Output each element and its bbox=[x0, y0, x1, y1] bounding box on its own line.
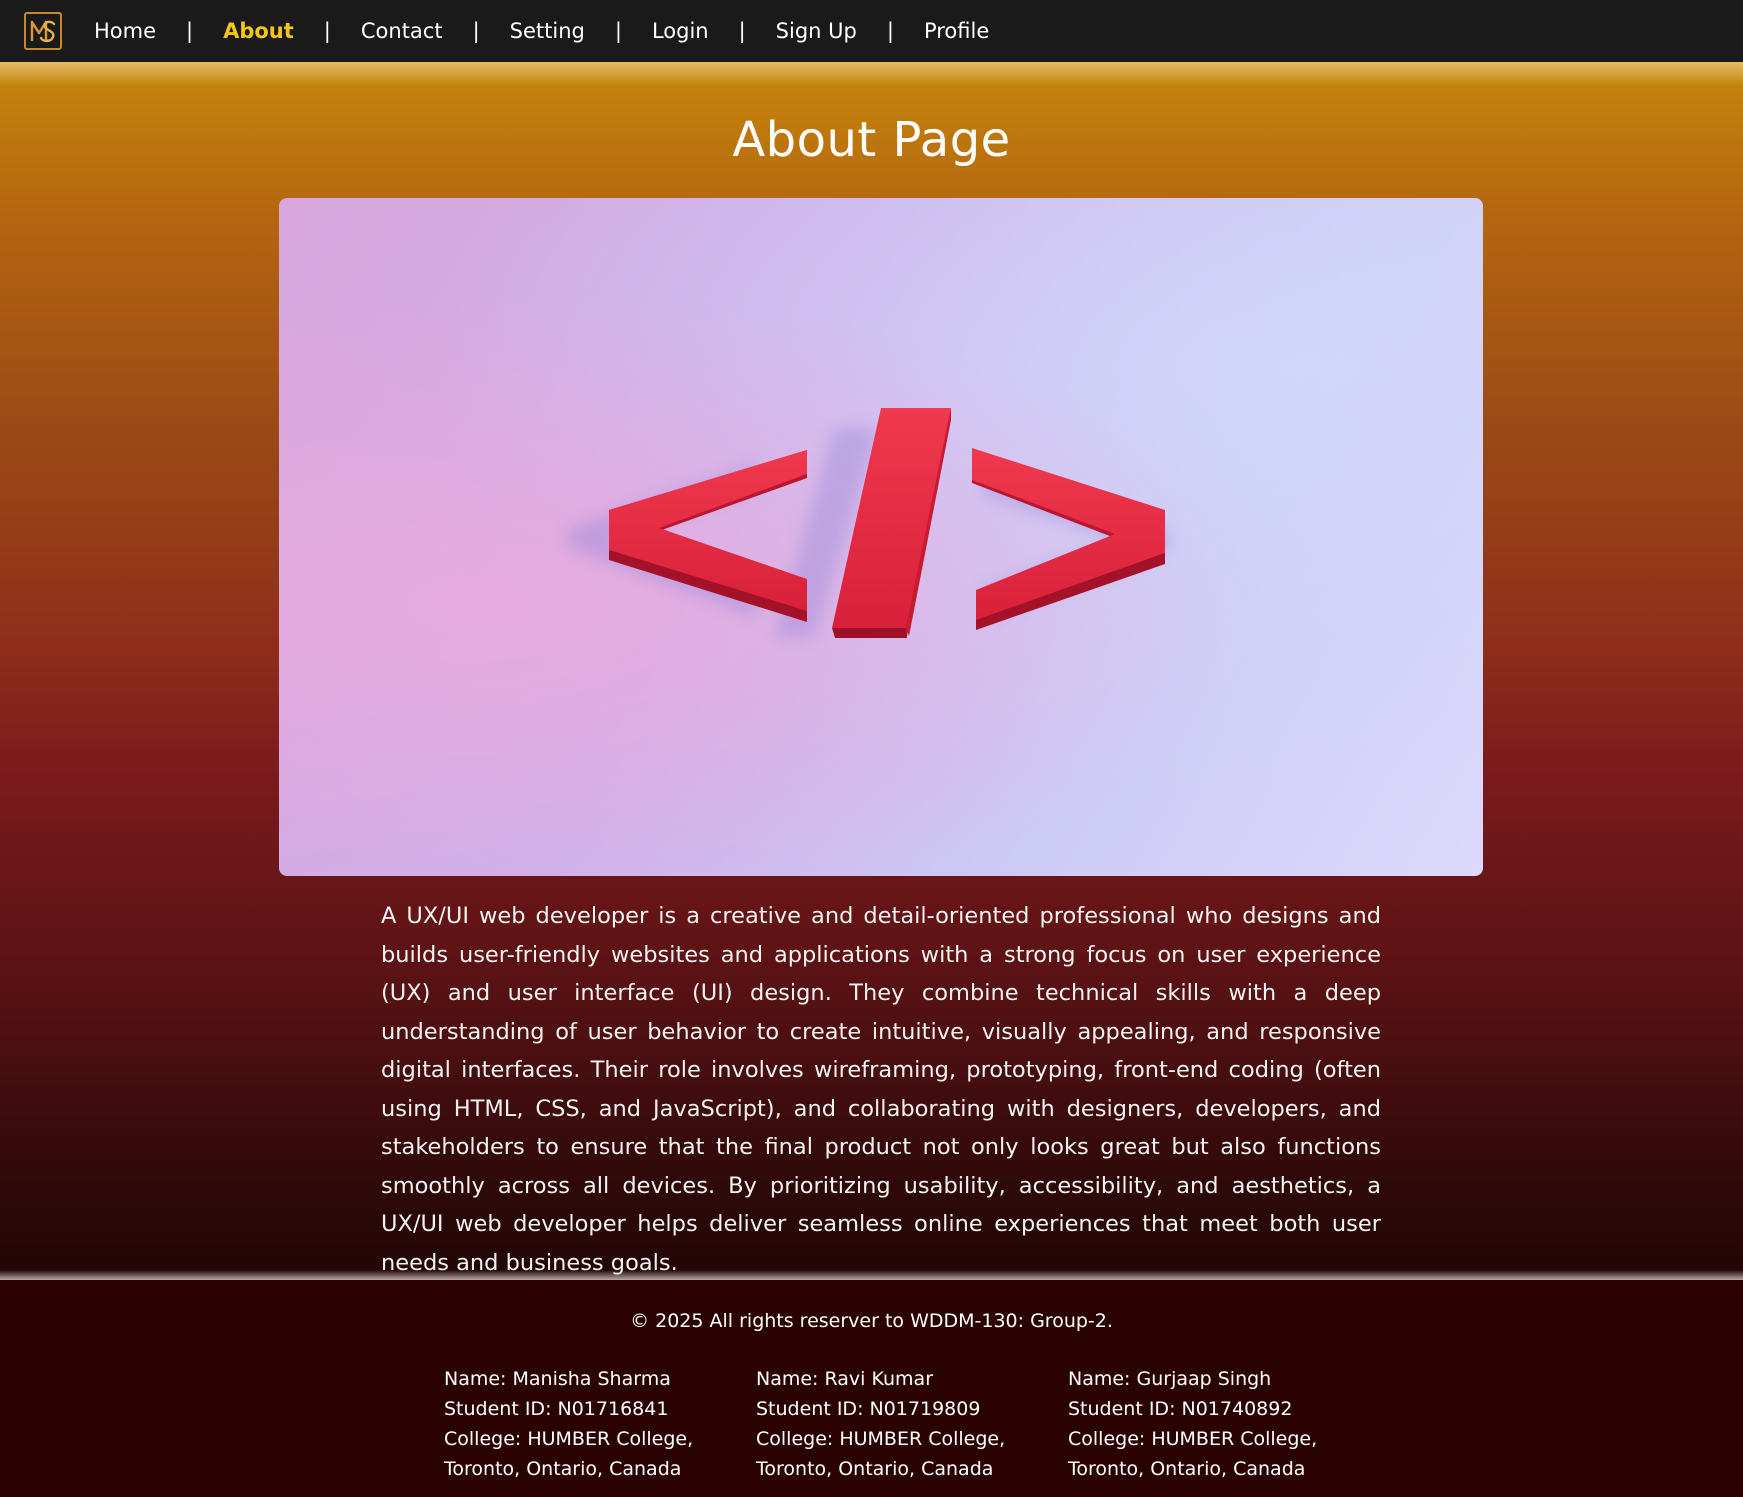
nav-profile-link[interactable]: Profile bbox=[924, 19, 989, 43]
code-brackets-illustration bbox=[279, 198, 1483, 876]
nav-separator: | bbox=[886, 19, 894, 43]
about-paragraph: A UX/UI web developer is a creative and … bbox=[381, 903, 1381, 1276]
member-location: Toronto, Ontario, Canada bbox=[756, 1458, 994, 1480]
member-name: Name: Gurjaap Singh bbox=[1068, 1368, 1272, 1390]
team-member-card: Name: Gurjaap Singh Student ID: N0174089… bbox=[1068, 1364, 1368, 1484]
member-college: College: HUMBER College, bbox=[756, 1428, 1006, 1450]
footer: © 2025 All rights reserver to WDDM-130: … bbox=[0, 1280, 1743, 1497]
member-college: College: HUMBER College, bbox=[444, 1428, 694, 1450]
member-student-id: Student ID: N01740892 bbox=[1068, 1398, 1293, 1420]
member-name: Name: Manisha Sharma bbox=[444, 1368, 671, 1390]
nav-login-link[interactable]: Login bbox=[652, 19, 709, 43]
team-member-card: Name: Manisha Sharma Student ID: N017168… bbox=[444, 1364, 744, 1484]
member-name: Name: Ravi Kumar bbox=[756, 1368, 934, 1390]
member-location: Toronto, Ontario, Canada bbox=[444, 1458, 682, 1480]
nav-separator: | bbox=[472, 19, 480, 43]
nav-contact-link[interactable]: Contact bbox=[361, 19, 443, 43]
member-college: College: HUMBER College, bbox=[1068, 1428, 1318, 1450]
nav-separator: | bbox=[614, 19, 622, 43]
copyright-text: © 2025 All rights reserver to WDDM-130: … bbox=[630, 1310, 1113, 1332]
nav-setting-link[interactable]: Setting bbox=[510, 19, 585, 43]
nav-home-link[interactable]: Home bbox=[94, 19, 156, 43]
member-location: Toronto, Ontario, Canada bbox=[1068, 1458, 1306, 1480]
nav-about-link[interactable]: About bbox=[223, 19, 294, 43]
nav-separator: | bbox=[323, 19, 331, 43]
nav-signup-link[interactable]: Sign Up bbox=[776, 19, 857, 43]
greater-than-bracket-shape bbox=[972, 448, 1165, 630]
ms-monogram-logo-icon[interactable] bbox=[24, 12, 62, 50]
member-student-id: Student ID: N01719809 bbox=[756, 1398, 981, 1420]
nav-separator: | bbox=[738, 19, 746, 43]
main-content: About Page A UX/UI web developer is a cr… bbox=[0, 62, 1743, 1280]
nav-separator: | bbox=[186, 19, 194, 43]
page-title: About Page bbox=[732, 112, 1011, 168]
team-member-card: Name: Ravi Kumar Student ID: N01719809 C… bbox=[756, 1364, 1056, 1484]
navbar: Home | About | Contact | Setting | Login… bbox=[0, 0, 1743, 62]
member-student-id: Student ID: N01716841 bbox=[444, 1398, 669, 1420]
